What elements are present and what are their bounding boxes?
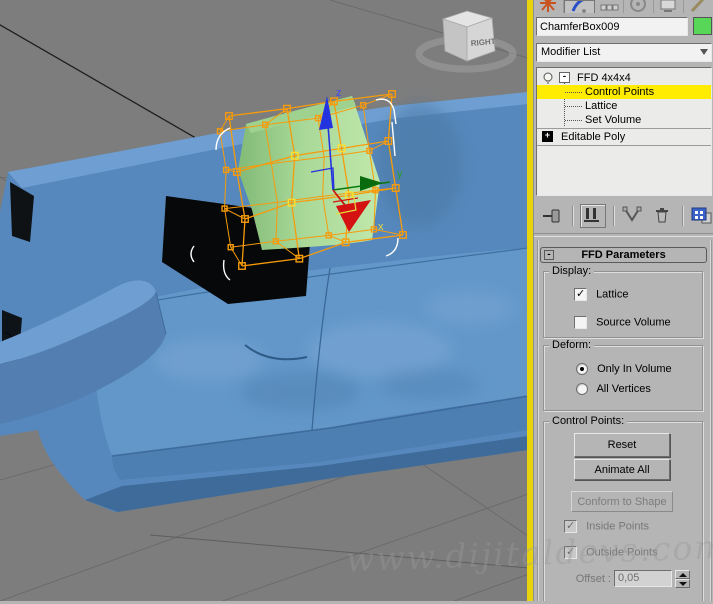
show-end-result-button[interactable]	[580, 204, 606, 228]
source-volume-checkbox[interactable]	[574, 316, 587, 329]
lattice-checkbox[interactable]	[574, 288, 587, 301]
y-axis-label: y	[397, 168, 403, 180]
outside-points-checkbox-row[interactable]: Outside Points	[564, 546, 658, 560]
animate-all-button[interactable]: Animate All	[574, 459, 670, 480]
stack-item-editable-poly[interactable]: + Editable Poly	[537, 130, 711, 144]
rollout-collapse-icon[interactable]: -	[544, 250, 554, 260]
viewport-perspective[interactable]: z y x RIGHT	[0, 0, 527, 601]
offset-label: Offset :	[554, 573, 611, 585]
spinner-up-icon[interactable]	[675, 570, 690, 579]
all-vertices-radio-row[interactable]: All Vertices	[576, 383, 651, 397]
x-axis-label: x	[378, 221, 384, 233]
lattice-checkbox-row[interactable]: Lattice	[574, 288, 628, 302]
command-panel: Modifier List - FFD 4x4x4 Control Points…	[533, 0, 713, 601]
stack-item-ffd[interactable]: - FFD 4x4x4	[537, 71, 711, 85]
modifier-stack-list[interactable]: - FFD 4x4x4 Control Points Lattice Set V…	[536, 67, 712, 196]
pin-stack-button[interactable]	[541, 205, 565, 227]
stack-item-set-volume[interactable]: Set Volume	[537, 113, 711, 127]
ffd-parameters-rollout-header[interactable]: - FFD Parameters	[540, 247, 707, 263]
chevron-down-icon	[700, 49, 708, 55]
light-bulb-icon[interactable]	[542, 72, 555, 85]
control-points-group-label: Control Points:	[549, 415, 627, 427]
tab-display[interactable]	[654, 0, 684, 13]
tab-motion[interactable]	[624, 0, 654, 13]
z-axis-label: z	[336, 87, 342, 99]
modifier-list-label: Modifier List	[541, 46, 600, 58]
reset-button[interactable]: Reset	[574, 433, 670, 457]
only-in-volume-radio-row[interactable]: Only In Volume	[576, 363, 672, 377]
offset-spinner[interactable]	[675, 570, 690, 588]
inside-points-checkbox-row[interactable]: Inside Points	[564, 520, 649, 534]
rollout-title: FFD Parameters	[581, 249, 665, 261]
stack-separator	[537, 145, 711, 146]
display-group-label: Display:	[549, 265, 594, 277]
command-panel-tabs	[534, 0, 713, 13]
viewcube[interactable]: RIGHT	[419, 11, 513, 69]
object-name-input[interactable]	[536, 17, 688, 36]
stack-toolbar	[534, 203, 713, 229]
tab-hierarchy[interactable]	[595, 0, 625, 13]
tab-utilities[interactable]	[684, 0, 713, 13]
all-vertices-radio[interactable]	[576, 383, 588, 395]
stack-item-lattice[interactable]: Lattice	[537, 99, 711, 113]
source-volume-checkbox-row[interactable]: Source Volume	[574, 316, 671, 330]
outside-points-checkbox[interactable]	[564, 546, 577, 559]
spinner-down-icon[interactable]	[675, 579, 690, 588]
deform-group: Deform:	[543, 345, 703, 411]
inside-points-checkbox[interactable]	[564, 520, 577, 533]
expand-toggle-icon[interactable]: +	[542, 131, 553, 142]
tab-create[interactable]	[534, 0, 564, 13]
only-in-volume-radio[interactable]	[576, 363, 588, 375]
viewport-scene: z y x RIGHT	[0, 0, 527, 601]
make-unique-button[interactable]	[621, 205, 645, 227]
stack-separator	[537, 128, 711, 129]
offset-value-field[interactable]: 0,05	[614, 570, 672, 587]
conform-to-shape-button[interactable]: Conform to Shape	[571, 491, 673, 512]
object-color-swatch[interactable]	[693, 17, 712, 35]
modifier-list-dropdown[interactable]: Modifier List	[536, 43, 712, 62]
deform-group-label: Deform:	[549, 339, 594, 351]
panel-separator	[534, 233, 713, 237]
remove-modifier-button[interactable]	[651, 205, 675, 227]
stack-item-control-points[interactable]: Control Points	[537, 85, 711, 99]
collapse-toggle-icon[interactable]: -	[559, 72, 570, 83]
tab-modify[interactable]	[564, 0, 595, 13]
configure-modifier-sets-button[interactable]	[690, 205, 713, 227]
